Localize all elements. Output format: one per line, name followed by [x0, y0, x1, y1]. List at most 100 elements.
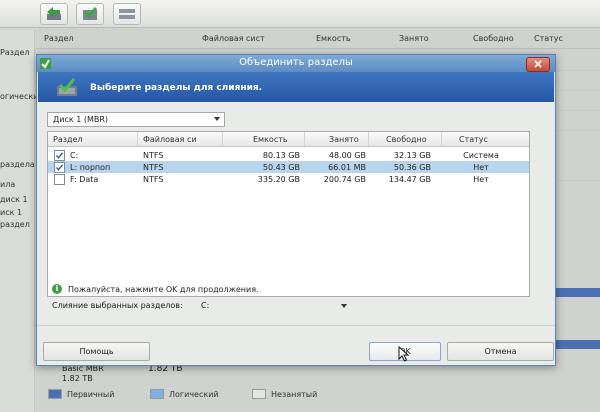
cell-capacity: 50.43 GB — [262, 163, 300, 172]
checkmark-icon — [55, 164, 64, 171]
cell-status: Нет — [473, 175, 489, 184]
dialog-banner: Выберите разделы для слияния. — [38, 72, 554, 102]
table-row — [556, 78, 600, 91]
col-free[interactable]: Свободно — [386, 135, 427, 144]
legend-label: Первичный — [67, 389, 115, 399]
bg-col-free: Свободно — [473, 34, 514, 43]
cell-status: Нет — [473, 163, 489, 172]
partition-bar — [556, 340, 600, 349]
dialog-titlebar[interactable]: Объединить разделы — [37, 55, 555, 72]
hint-text: Пожалуйста, нажмите OK для продолжения. — [68, 284, 259, 294]
legend-label: Логический — [169, 389, 219, 399]
table-row — [556, 168, 600, 181]
back-button[interactable] — [40, 3, 68, 25]
cell-used: 200.74 GB — [323, 175, 366, 184]
left-fragment: диск 1 — [0, 195, 28, 204]
disk-icon — [119, 9, 135, 19]
col-used[interactable]: Занято — [329, 135, 359, 144]
cell-partition: C: — [70, 151, 79, 160]
disk-dropdown-value: Диск 1 (MBR) — [53, 115, 109, 124]
banner-text: Выберите разделы для слияния. — [90, 83, 263, 93]
cell-filesystem: NTFS — [143, 151, 164, 160]
column-separator[interactable] — [304, 132, 305, 146]
left-fragment: Раздел — [0, 48, 30, 57]
chevron-down-icon — [341, 304, 347, 308]
info-icon: i — [52, 284, 62, 294]
disk-button[interactable] — [113, 3, 141, 25]
bg-col-fs: Файловая сист — [202, 34, 265, 43]
dialog-title: Объединить разделы — [239, 57, 353, 68]
legend-logical: Логический — [150, 389, 219, 399]
left-fragment: иск 1 — [0, 208, 23, 217]
left-fragment: раздела — [0, 160, 35, 169]
cell-partition: L: порпоп — [70, 163, 111, 172]
bg-col-capacity: Емкость — [316, 34, 351, 43]
cell-capacity: 335.20 GB — [257, 175, 300, 184]
logical-swatch — [150, 389, 164, 399]
back-arrow-icon — [47, 7, 61, 20]
unallocated-swatch — [252, 389, 266, 399]
cell-partition: F: Data — [70, 175, 99, 184]
left-fragment: раздел — [0, 220, 30, 229]
merge-partitions-dialog: Объединить разделы Выберите разделы для … — [36, 54, 556, 366]
merge-target-label: Слияние выбранных разделов: — [52, 301, 183, 310]
mouse-cursor-icon — [398, 346, 410, 362]
legend-unallocated: Незанятый — [252, 389, 317, 399]
table-row[interactable]: F: Data NTFS 335.20 GB 200.74 GB 134.47 … — [48, 173, 529, 185]
bg-col-status: Статус — [534, 34, 563, 43]
checkmark-icon — [55, 152, 64, 159]
help-button[interactable]: Помощь — [43, 342, 150, 361]
column-separator[interactable] — [137, 132, 138, 146]
disk-dropdown[interactable]: Диск 1 (MBR) — [47, 112, 225, 127]
col-partition[interactable]: Раздел — [53, 135, 83, 144]
col-filesystem[interactable]: Файловая си — [143, 135, 197, 144]
merge-target-value: C: — [201, 301, 210, 310]
cancel-button[interactable]: Отмена — [447, 342, 554, 361]
column-separator[interactable] — [368, 132, 369, 146]
cell-used: 48.00 GB — [328, 151, 366, 160]
toolbar — [0, 0, 600, 28]
disk-info: Basic MBR 1.82 TB 1.82 TB — [38, 364, 338, 384]
close-button[interactable] — [526, 57, 550, 72]
left-fragment: ила — [0, 180, 16, 189]
cell-status: Система — [463, 151, 499, 160]
primary-swatch — [48, 389, 62, 399]
partition-bar — [556, 288, 600, 297]
row-checkbox[interactable] — [54, 174, 65, 185]
left-panel: Раздел огический раздела ила диск 1 разд… — [0, 30, 44, 412]
cell-filesystem: NTFS — [143, 175, 164, 184]
cell-filesystem: NTFS — [143, 163, 164, 172]
row-checkbox[interactable] — [54, 162, 65, 173]
bg-col-used: Занято — [399, 34, 429, 43]
col-status[interactable]: Статус — [459, 135, 488, 144]
table-header: Раздел Файловая си Емкость Занято Свобод… — [48, 132, 529, 147]
legend: Первичный Логический Незанятый — [48, 387, 378, 403]
chevron-down-icon — [214, 117, 220, 121]
apply-button[interactable] — [76, 3, 104, 25]
row-checkbox[interactable] — [54, 150, 65, 161]
cell-used: 66.01 MB — [328, 163, 366, 172]
col-capacity[interactable]: Емкость — [253, 135, 288, 144]
cell-free: 32.13 GB — [393, 151, 431, 160]
column-separator[interactable] — [222, 132, 223, 146]
partition-table: Раздел Файловая си Емкость Занято Свобод… — [47, 131, 530, 297]
legend-label: Незанятый — [271, 389, 318, 399]
background-table-header: Раздел Файловая сист Емкость Занято Своб… — [36, 30, 600, 49]
table-row — [556, 118, 600, 131]
cell-free: 50.36 GB — [393, 163, 431, 172]
column-separator[interactable] — [441, 132, 442, 146]
table-row[interactable]: C: NTFS 80.13 GB 48.00 GB 32.13 GB Систе… — [48, 149, 529, 161]
close-icon — [534, 60, 542, 68]
table-row — [556, 58, 600, 71]
apply-icon — [83, 7, 98, 20]
cell-capacity: 80.13 GB — [262, 151, 300, 160]
table-row — [556, 98, 600, 111]
legend-primary: Первичный — [48, 389, 114, 399]
bg-col-partition: Раздел — [44, 34, 74, 43]
divider — [37, 325, 555, 326]
merge-icon — [57, 78, 77, 96]
disk-size: 1.82 TB — [62, 374, 93, 383]
merge-target-dropdown[interactable]: C: — [197, 299, 349, 312]
cell-free: 134.47 GB — [388, 175, 431, 184]
table-row-selected[interactable]: L: порпоп NTFS 50.43 GB 66.01 MB 50.36 G… — [48, 161, 529, 173]
